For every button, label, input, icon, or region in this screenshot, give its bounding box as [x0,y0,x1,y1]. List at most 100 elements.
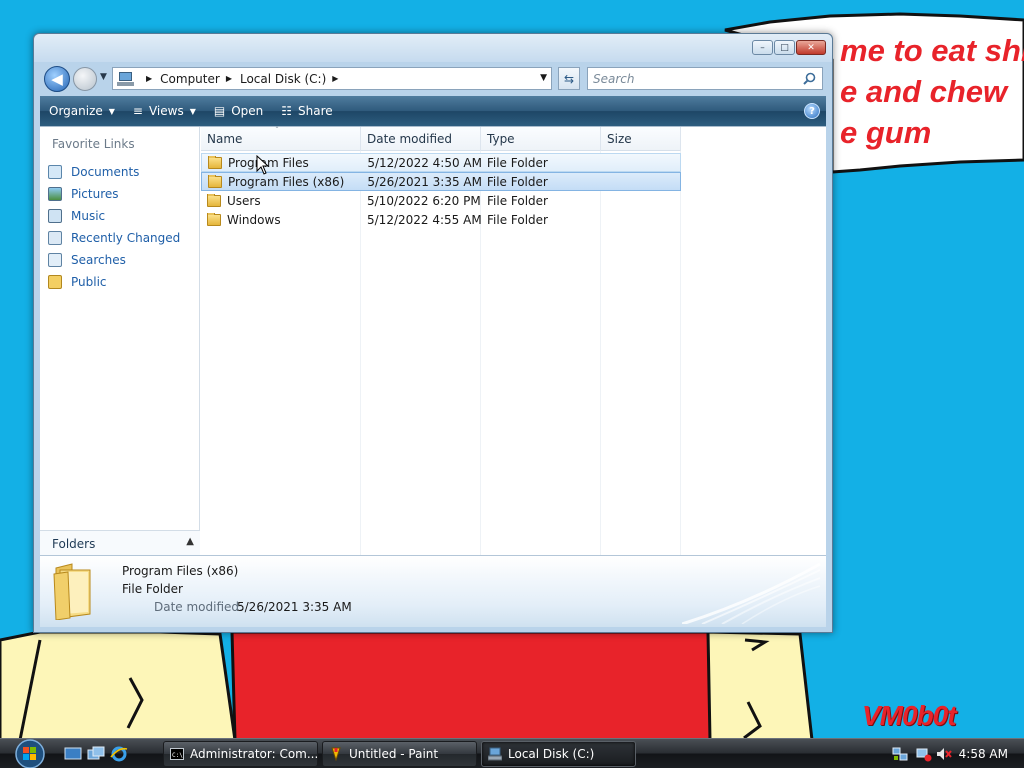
file-row-program-files-x86[interactable]: Program Files (x86) 5/26/2021 3:35 AM Fi… [201,172,681,191]
details-modified-value: 5/26/2021 3:35 AM [237,600,352,614]
taskbar-clock[interactable]: 4:58 AM [959,747,1008,761]
file-type: File Folder [486,155,548,170]
breadcrumb-separator[interactable]: ▶ [146,74,152,83]
file-type: File Folder [487,193,548,208]
public-folder-icon [48,275,62,289]
folder-icon [207,193,221,207]
file-name-cell: Windows [201,212,361,227]
favorite-link-label: Pictures [71,187,119,201]
file-row-windows[interactable]: Windows 5/12/2022 4:55 AM File Folder [201,210,681,229]
file-date: 5/26/2021 3:35 AM [367,174,481,189]
favorite-link-music[interactable]: Music [48,205,180,227]
share-icon: ☷ [281,104,293,118]
command-bar: Organize ▼ ≡ Views ▼ ▤ Open ☷ Share ? [40,96,826,126]
notification-area: 4:58 AM [884,739,1024,768]
favorite-links-list: Documents Pictures Music Recently Change… [48,161,180,293]
recently-changed-icon [48,231,62,245]
taskbar-button-local-disk[interactable]: Local Disk (C:) [481,741,636,767]
column-header-name[interactable]: ˆ Name [201,126,361,151]
artist-signature: VM0b0t [862,700,957,731]
breadcrumb-separator[interactable]: ▶ [332,74,338,83]
folders-label: Folders [52,536,96,551]
column-header-date-modified[interactable]: Date modified [361,127,481,151]
taskbar-button-label: Local Disk (C:) [508,747,595,761]
folder-icon [208,174,222,188]
security-center-icon[interactable] [916,746,932,762]
favorite-link-label: Public [71,275,107,289]
column-header-type[interactable]: Type [481,127,601,151]
file-name-cell: Users [201,193,361,208]
column-header-row: ˆ Name Date modified Type Size [201,126,681,151]
recent-pages-dropdown[interactable]: ▼ [100,72,107,82]
breadcrumb-local-disk[interactable]: Local Disk (C:) [240,72,326,86]
internet-explorer-icon[interactable] [110,745,128,763]
switch-windows-icon[interactable] [87,745,105,763]
maximize-button[interactable]: □ [774,40,795,55]
mouse-cursor-icon [256,155,270,175]
favorite-link-searches[interactable]: Searches [48,249,180,271]
help-icon[interactable]: ? [804,103,820,119]
file-row-users[interactable]: Users 5/10/2022 6:20 PM File Folder [201,191,681,210]
taskbar-button-command-prompt[interactable]: C:\ Administrator: Com... [163,741,318,767]
folders-toggle[interactable]: Folders ▲ [40,530,200,556]
computer-icon [117,71,134,86]
details-modified-label: Date modified: [154,600,244,614]
column-name-label: Name [207,132,243,146]
folder-icon [208,155,222,169]
chevron-up-icon: ▲ [186,536,194,547]
taskbar-button-paint[interactable]: Untitled - Paint [322,741,477,767]
file-type: File Folder [487,212,548,227]
volume-muted-icon[interactable] [936,746,952,762]
speech-line: e and chew [840,74,1008,109]
file-name: Program Files (x86) [228,174,345,189]
organize-label: Organize [49,104,103,118]
explorer-body: Favorite Links Documents Pictures Music … [40,126,826,556]
views-icon: ≡ [132,104,143,118]
file-date: 5/12/2022 4:55 AM [367,212,481,227]
network-icon[interactable] [892,746,908,762]
folder-icon [207,212,221,226]
speech-bubble-text: me to eat shit e and chew e gum [840,30,1024,153]
paint-icon [331,747,341,761]
forward-button[interactable] [73,67,97,91]
column-header-size[interactable]: Size [601,127,681,151]
file-name-cell: Program Files (x86) [202,174,361,189]
file-row-program-files[interactable]: Program Files 5/12/2022 4:50 AM File Fol… [201,153,681,172]
music-icon [48,209,62,223]
breadcrumb-separator[interactable]: ▶ [226,74,232,83]
search-input[interactable]: Search [587,67,823,90]
searches-icon [48,253,62,267]
favorite-link-recently-changed[interactable]: Recently Changed [48,227,180,249]
show-desktop-icon[interactable] [64,745,82,763]
close-button[interactable]: ✕ [796,40,826,55]
file-list-pane: ˆ Name Date modified Type Size Program F… [201,126,826,556]
organize-button[interactable]: Organize ▼ [40,96,124,126]
address-bar[interactable]: ▶ Computer ▶ Local Disk (C:) ▶ ▼ [112,67,552,90]
taskbar-button-label: Untitled - Paint [349,747,439,761]
address-dropdown-icon[interactable]: ▼ [540,73,547,83]
file-type: File Folder [486,174,548,189]
documents-icon [48,165,62,179]
back-button[interactable]: ◀ [44,66,70,92]
start-button[interactable] [10,739,50,768]
views-button[interactable]: ≡ Views ▼ [124,96,205,126]
refresh-button[interactable]: ⇆ [558,67,580,90]
title-bar[interactable]: – □ ✕ [34,34,832,62]
details-pane: Program Files (x86) File Folder Date mod… [40,555,826,627]
favorite-link-public[interactable]: Public [48,271,180,293]
column-size-label: Size [607,132,632,146]
chevron-down-icon: ▼ [108,106,115,116]
column-date-label: Date modified [367,132,453,146]
minimize-button[interactable]: – [752,40,773,55]
file-name: Windows [227,212,281,227]
file-date: 5/10/2022 6:20 PM [367,193,481,208]
favorite-link-label: Recently Changed [71,231,181,245]
open-button[interactable]: ▤ Open [205,96,272,126]
favorite-links-heading: Favorite Links [52,137,135,151]
favorite-link-documents[interactable]: Documents [48,161,180,183]
search-icon[interactable] [803,72,816,85]
favorite-link-pictures[interactable]: Pictures [48,183,180,205]
breadcrumb-computer[interactable]: Computer [160,72,220,86]
share-button[interactable]: ☷ Share [272,96,341,126]
file-name: Users [227,193,261,208]
